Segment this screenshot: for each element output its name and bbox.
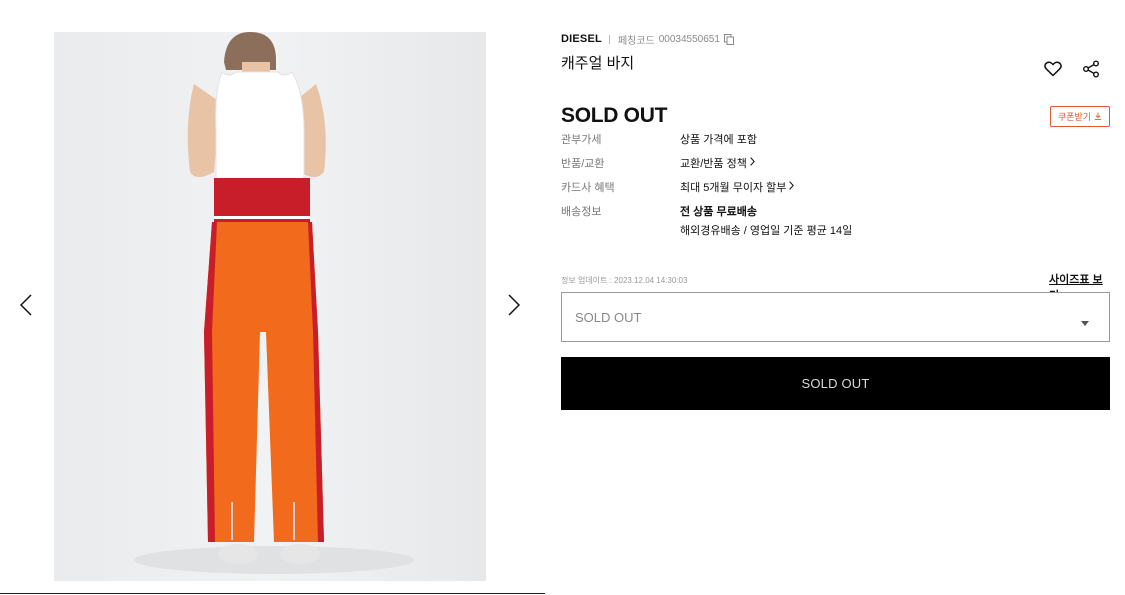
return-policy-link[interactable]: 교환/반품 정책 (680, 155, 755, 171)
card-benefit-link[interactable]: 최대 5개월 무이자 할부 (680, 179, 795, 195)
chevron-right-icon (789, 181, 795, 193)
detail-row-shipping: 배송정보 전 상품 무료배송 (561, 203, 757, 219)
detail-label: 반품/교환 (561, 158, 605, 170)
gallery-prev-button[interactable] (14, 292, 38, 322)
divider (608, 34, 610, 44)
detail-value: 교환/반품 정책 (680, 158, 747, 170)
product-code-value: 00034550651 (658, 33, 720, 45)
sold-out-button[interactable]: SOLD OUT (561, 357, 1110, 410)
detail-row-duty: 관부가세 상품 가격에 포함 (561, 131, 757, 147)
chevron-right-icon (508, 293, 521, 321)
chevron-right-icon (750, 157, 755, 169)
product-info-panel: DIESEL 페칭코드 00034550651 캐주얼 바지 SOLD OUT … (561, 0, 1111, 595)
brand-row: DIESEL 페칭코드 00034550651 (561, 32, 734, 47)
copy-icon[interactable] (723, 33, 734, 45)
coupon-button[interactable]: 쿠폰받기 (1050, 106, 1110, 127)
option-select[interactable]: SOLD OUT (561, 292, 1110, 342)
wishlist-button[interactable] (1042, 60, 1064, 82)
coupon-label: 쿠폰받기 (1057, 112, 1092, 122)
product-gallery (0, 0, 545, 595)
product-code-label: 페칭코드 (617, 35, 655, 47)
detail-value: 전 상품 무료배송 (680, 206, 757, 218)
product-name: 캐주얼 바지 (561, 55, 635, 72)
share-icon (1082, 60, 1100, 83)
product-image (54, 32, 486, 581)
update-timestamp: 정보 업데이트 : 2023.12.04 14:30:03 (561, 276, 688, 285)
detail-row-return: 반품/교환 교환/반품 정책 (561, 155, 755, 171)
option-select-value: SOLD OUT (575, 309, 642, 325)
detail-label: 카드사 혜택 (561, 182, 615, 194)
detail-label: 배송정보 (561, 206, 602, 218)
brand-name[interactable]: DIESEL (561, 33, 602, 45)
chevron-left-icon (19, 293, 32, 321)
caret-down-icon (1081, 314, 1089, 329)
heart-icon (1044, 60, 1062, 82)
detail-row-card: 카드사 혜택 최대 5개월 무이자 할부 (561, 179, 795, 195)
download-icon (1094, 112, 1102, 122)
shipping-detail: 해외경유배송 / 영업일 기준 평균 14일 (680, 225, 853, 237)
sold-out-status: SOLD OUT (561, 104, 668, 127)
gallery-next-button[interactable] (502, 292, 526, 322)
share-button[interactable] (1080, 60, 1102, 82)
detail-value: 최대 5개월 무이자 할부 (680, 182, 787, 194)
divider (0, 593, 545, 594)
detail-value: 상품 가격에 포함 (680, 134, 757, 146)
detail-label: 관부가세 (561, 134, 602, 146)
